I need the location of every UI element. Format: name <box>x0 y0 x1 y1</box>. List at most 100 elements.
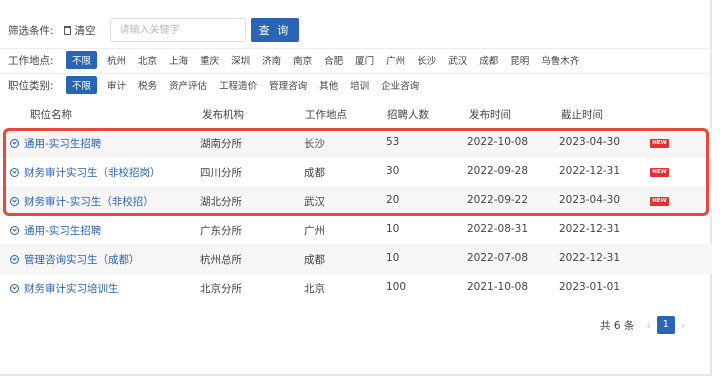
deadline-cell: 2022-12-31 <box>559 223 621 235</box>
job-title-link[interactable]: 财务审计-实习生（非校招） <box>10 194 154 209</box>
new-badge: NEW <box>650 168 669 177</box>
category-filter-option[interactable]: 工程造价 <box>219 78 257 92</box>
location-filter-option[interactable]: 济南 <box>262 53 281 67</box>
column-header-deadline: 截止时间 <box>561 109 603 121</box>
location-filter-option[interactable]: 不限 <box>66 51 98 69</box>
job-listing-panel: 筛选条件: 清空 查 询 工作地点: 不限杭州北京上海重庆深圳济南南京合肥厦门广… <box>0 0 712 376</box>
location-filter-option[interactable]: 上海 <box>169 53 188 67</box>
published-cell: 2022-09-22 <box>467 194 529 206</box>
count-cell: 53 <box>386 136 400 148</box>
job-title: 通用-实习生招聘 <box>24 138 102 150</box>
check-circle-icon <box>10 226 19 235</box>
count-cell: 30 <box>386 165 400 177</box>
job-title: 财务审计实习培训生 <box>24 283 119 295</box>
location-cell: 成都 <box>304 167 325 179</box>
divider <box>0 48 712 49</box>
location-filter-option[interactable]: 合肥 <box>324 53 343 67</box>
published-cell: 2022-09-28 <box>467 165 529 177</box>
published-cell: 2022-08-31 <box>467 223 529 235</box>
table-row[interactable]: 通用-实习生招聘 广东分所 广州 10 2022-08-31 2022-12-31 <box>0 215 712 245</box>
location-filter-option[interactable]: 北京 <box>138 53 157 67</box>
next-page-icon[interactable]: › <box>681 319 685 332</box>
table-row[interactable]: 财务审计实习生（非校招岗） 四川分所 成都 30 2022-09-28 2022-12-3… <box>0 157 712 187</box>
published-cell: 2021-10-08 <box>467 281 529 293</box>
new-badge: NEW <box>650 197 669 206</box>
total-count: 共 6 条 <box>600 319 635 332</box>
deadline-cell: 2022-12-31 <box>559 165 621 177</box>
count-cell: 10 <box>386 252 400 264</box>
count-cell: 20 <box>386 194 400 206</box>
location-filter-option[interactable]: 武汉 <box>448 53 467 67</box>
location-filter-option[interactable]: 南京 <box>293 53 312 67</box>
org-cell: 杭州总所 <box>200 254 242 266</box>
deadline-cell: 2022-12-31 <box>559 252 621 264</box>
job-title: 通用-实习生招聘 <box>24 225 102 237</box>
org-cell: 四川分所 <box>200 167 242 179</box>
job-title: 管理咨询实习生（成都） <box>24 254 140 266</box>
location-filter-option[interactable]: 昆明 <box>510 53 529 67</box>
search-button[interactable]: 查 询 <box>250 18 299 42</box>
category-filter-option[interactable]: 培训 <box>350 78 369 92</box>
location-filter-option[interactable]: 杭州 <box>107 53 126 67</box>
page-1-button[interactable]: 1 <box>656 316 675 334</box>
location-filter-option[interactable]: 成都 <box>479 53 498 67</box>
column-header-count: 招聘人数 <box>387 109 429 121</box>
clear-button[interactable]: 清空 <box>63 23 96 38</box>
org-cell: 湖南分所 <box>200 138 242 150</box>
category-filter-row: 职位类别: 不限 审计 税务 资产评估 工程造价 管理咨询 其他 培训 企业咨询 <box>8 76 431 94</box>
job-title-link[interactable]: 财务审计实习生（非校招岗） <box>10 165 161 180</box>
location-cell: 广州 <box>304 225 325 237</box>
category-filter-option[interactable]: 资产评估 <box>169 78 207 92</box>
keyword-search-input[interactable] <box>109 18 246 42</box>
job-title: 财务审计-实习生（非校招） <box>24 196 154 208</box>
location-cell: 北京 <box>304 283 325 295</box>
column-header-location: 工作地点 <box>305 109 347 121</box>
check-circle-icon <box>10 168 19 177</box>
category-filter-option[interactable]: 税务 <box>138 78 157 92</box>
location-filter-option[interactable]: 厦门 <box>355 53 374 67</box>
prev-page-icon[interactable]: ‹ <box>646 319 650 332</box>
check-circle-icon <box>10 284 19 293</box>
divider <box>0 73 712 74</box>
column-header-title: 职位名称 <box>30 109 72 121</box>
location-filter-option[interactable]: 广州 <box>386 53 405 67</box>
category-filter-option[interactable]: 审计 <box>107 78 126 92</box>
job-title-link[interactable]: 通用-实习生招聘 <box>10 136 101 151</box>
category-filter-option[interactable]: 其他 <box>319 78 338 92</box>
location-cell: 成都 <box>304 254 325 266</box>
category-filter-option[interactable]: 管理咨询 <box>269 78 307 92</box>
job-title-link[interactable]: 管理咨询实习生（成都） <box>10 252 140 267</box>
clear-button-label: 清空 <box>74 24 96 37</box>
table-row[interactable]: 财务审计实习培训生 北京分所 北京 100 2021-10-08 2023-01-01 <box>0 273 712 303</box>
count-cell: 10 <box>386 223 400 235</box>
job-title-link[interactable]: 通用-实习生招聘 <box>10 223 101 238</box>
table-row[interactable]: 管理咨询实习生（成都） 杭州总所 成都 10 2022-07-08 2022-12-31 <box>0 244 712 274</box>
location-filter-option[interactable]: 深圳 <box>231 53 250 67</box>
location-filter-row: 工作地点: 不限 杭州 北京 上海 重庆 深圳 济南 南京 合肥 厦门 广州 长沙 武汉 成都 昆明 乌鲁木齐 <box>8 51 591 69</box>
check-circle-icon <box>10 139 19 148</box>
column-header-published: 发布时间 <box>469 109 511 121</box>
check-circle-icon <box>10 197 19 206</box>
location-filter-option[interactable]: 乌鲁木齐 <box>541 53 579 67</box>
job-title-link[interactable]: 财务审计实习培训生 <box>10 281 119 296</box>
location-filter-option[interactable]: 长沙 <box>417 53 436 67</box>
deadline-cell: 2023-04-30 <box>559 136 621 148</box>
table-header: 职位名称 发布机构 工作地点 招聘人数 发布时间 截止时间 <box>0 102 712 126</box>
column-header-org: 发布机构 <box>202 109 244 121</box>
table-row[interactable]: 通用-实习生招聘 湖南分所 长沙 53 2022-10-08 2023-04-30 NEW <box>0 128 712 158</box>
org-cell: 湖北分所 <box>200 196 242 208</box>
deadline-cell: 2023-04-30 <box>559 194 621 206</box>
location-filter-option[interactable]: 重庆 <box>200 53 219 67</box>
category-filter-option[interactable]: 企业咨询 <box>381 78 419 92</box>
table-row[interactable]: 财务审计-实习生（非校招） 湖北分所 武汉 20 2022-09-22 2023-04-3… <box>0 186 712 216</box>
published-cell: 2022-10-08 <box>467 136 529 148</box>
org-cell: 北京分所 <box>200 283 242 295</box>
category-filter-option[interactable]: 不限 <box>66 76 98 94</box>
category-filter-label: 职位类别: <box>8 79 54 92</box>
pagination: 共 6 条 ‹ 1 › <box>600 316 691 334</box>
job-title: 财务审计实习生（非校招岗） <box>24 167 161 179</box>
published-cell: 2022-07-08 <box>467 252 529 264</box>
search-bar: 筛选条件: 清空 查 询 <box>8 18 299 42</box>
org-cell: 广东分所 <box>200 225 242 237</box>
new-badge: NEW <box>650 139 669 148</box>
